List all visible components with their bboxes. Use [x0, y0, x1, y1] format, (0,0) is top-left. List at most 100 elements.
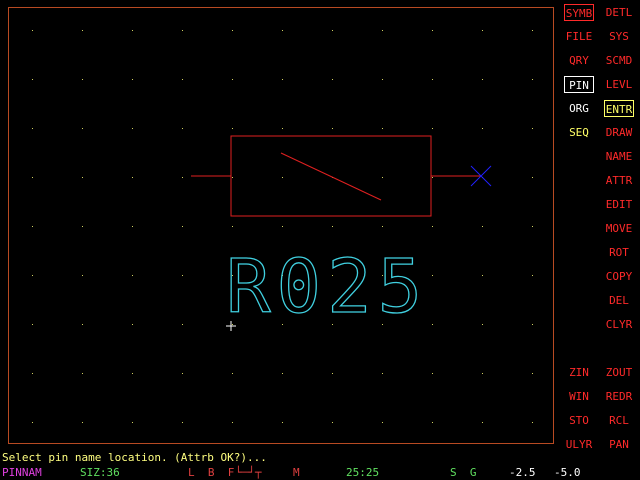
grid-dot: [382, 128, 383, 129]
grid-dot: [432, 275, 433, 276]
grid-dot: [182, 422, 183, 423]
grid-dot: [32, 373, 33, 374]
menu-symb[interactable]: SYMB: [564, 4, 594, 21]
grid-dot: [332, 422, 333, 423]
resistor-symbol[interactable]: [191, 135, 492, 217]
grid-dot: [182, 373, 183, 374]
resistor-diagonal: [280, 152, 382, 201]
grid-dot: [532, 275, 533, 276]
grid-dot: [482, 79, 483, 80]
menu-draw[interactable]: DRAW: [604, 124, 634, 141]
menu-clyr[interactable]: CLYR: [604, 316, 634, 333]
menu-ulyr[interactable]: ULYR: [564, 436, 594, 453]
grid-dot: [232, 373, 233, 374]
mode-indicator: PINNAM: [2, 466, 42, 479]
menu-name[interactable]: NAME: [604, 148, 634, 165]
grid-dot: [532, 30, 533, 31]
grid-dot: [32, 30, 33, 31]
grid-dot: [82, 422, 83, 423]
orientation-glyphs-icon: └─┘┬: [235, 466, 262, 479]
grid-dot: [182, 324, 183, 325]
grid-dot: [532, 177, 533, 178]
menu-qry[interactable]: QRY: [564, 52, 594, 69]
grid-dot: [32, 79, 33, 80]
menu-del[interactable]: DEL: [604, 292, 634, 309]
grid-dot: [482, 373, 483, 374]
grid-dot: [382, 226, 383, 227]
grid-dot: [132, 79, 133, 80]
grid-dot: [382, 177, 383, 178]
grid-dot: [432, 226, 433, 227]
schematic-canvas[interactable]: R025: [0, 0, 640, 480]
menu-redr[interactable]: REDR: [604, 388, 634, 405]
size-indicator: SIZ:36: [80, 466, 120, 479]
grid-dot: [532, 422, 533, 423]
grid-dot: [382, 79, 383, 80]
menu-pin[interactable]: PIN: [564, 76, 594, 93]
grid-dot: [182, 177, 183, 178]
grid-dot: [232, 177, 233, 178]
grid-dot: [132, 128, 133, 129]
grid-dot: [332, 128, 333, 129]
menu-rot[interactable]: ROT: [604, 244, 634, 261]
menu-move[interactable]: MOVE: [604, 220, 634, 237]
grid-dot: [82, 226, 83, 227]
grid-dot: [32, 422, 33, 423]
grid-dot: [32, 177, 33, 178]
grid-dot: [532, 324, 533, 325]
grid-dot: [382, 422, 383, 423]
grid-dot: [482, 422, 483, 423]
grid-dot: [182, 128, 183, 129]
grid-dot: [332, 30, 333, 31]
menu-seq[interactable]: SEQ: [564, 124, 594, 141]
menu-org[interactable]: ORG: [564, 100, 594, 117]
grid-dot: [432, 30, 433, 31]
layer-flags: L B F: [188, 466, 235, 479]
grid-dot: [182, 275, 183, 276]
menu-file[interactable]: FILE: [564, 28, 594, 45]
cursor-y-coordinate: -5.0: [554, 466, 581, 479]
menu-sto[interactable]: STO: [564, 412, 594, 429]
grid-dot: [132, 324, 133, 325]
menu-scmd[interactable]: SCMD: [604, 52, 634, 69]
menu-win[interactable]: WIN: [564, 388, 594, 405]
grid-dot: [432, 128, 433, 129]
grid-dot: [432, 324, 433, 325]
grid-dot: [482, 128, 483, 129]
grid-dot: [532, 79, 533, 80]
grid-dot: [482, 275, 483, 276]
menu-levl[interactable]: LEVL: [604, 76, 634, 93]
menu-zin[interactable]: ZIN: [564, 364, 594, 381]
grid-dot: [182, 226, 183, 227]
grid-dot: [132, 226, 133, 227]
menu-detl[interactable]: DETL: [604, 4, 634, 21]
grid-dot: [432, 177, 433, 178]
grid-dots: [32, 30, 533, 423]
grid-dot: [332, 226, 333, 227]
grid-dot: [82, 30, 83, 31]
grid-dot: [132, 422, 133, 423]
grid-dot: [432, 422, 433, 423]
grid-dot: [82, 373, 83, 374]
grid-dot: [132, 373, 133, 374]
grid-dot: [32, 275, 33, 276]
grid-dot: [382, 30, 383, 31]
grid-dot: [482, 324, 483, 325]
menu-zout[interactable]: ZOUT: [604, 364, 634, 381]
grid-dot: [482, 226, 483, 227]
menu-copy[interactable]: COPY: [604, 268, 634, 285]
menu-pan[interactable]: PAN: [604, 436, 634, 453]
menu-rcl[interactable]: RCL: [604, 412, 634, 429]
menu-attr[interactable]: ATTR: [604, 172, 634, 189]
grid-dot: [382, 373, 383, 374]
grid-dot: [332, 373, 333, 374]
grid-dot: [282, 128, 283, 129]
menu-edit[interactable]: EDIT: [604, 196, 634, 213]
symbol-name-label[interactable]: R025: [225, 243, 428, 330]
grid-dot: [82, 275, 83, 276]
menu-sys[interactable]: SYS: [604, 28, 634, 45]
grid-dot: [182, 30, 183, 31]
menu-entr[interactable]: ENTR: [604, 100, 634, 117]
grid-dot: [532, 373, 533, 374]
grid-dot: [182, 79, 183, 80]
